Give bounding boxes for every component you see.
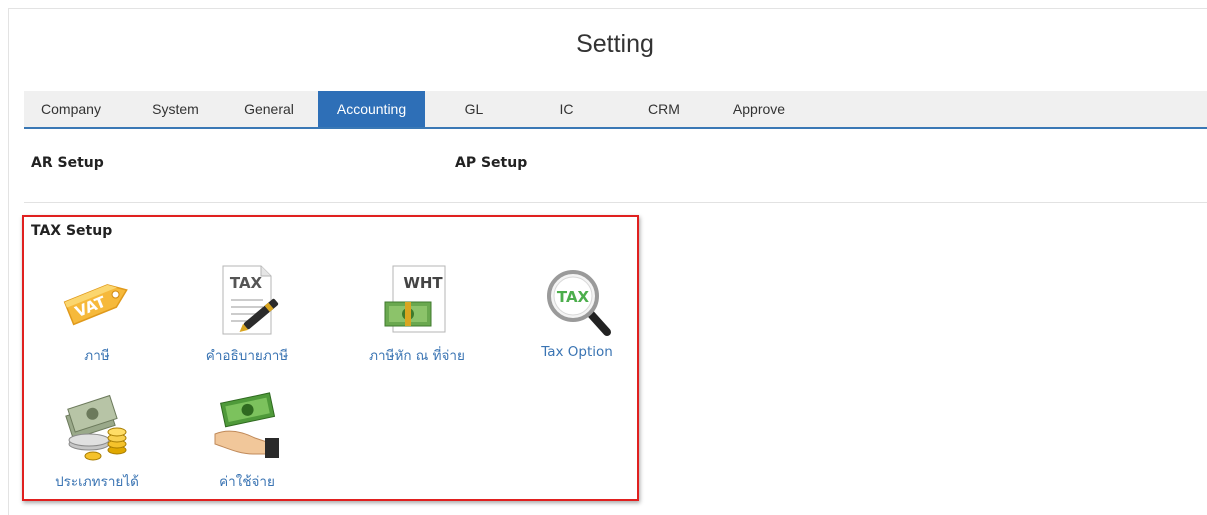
tax-tile-label: คำอธิบายภาษี: [205, 348, 289, 364]
tab-system[interactable]: System: [138, 91, 213, 127]
tab-accounting[interactable]: Accounting: [318, 91, 425, 127]
tax-tile-vat[interactable]: VAT ภาษี: [37, 262, 157, 366]
ar-setup-heading[interactable]: AR Setup: [31, 155, 104, 171]
tax-tile-label: ภาษี: [84, 348, 110, 364]
tax-tile-withholding-tax[interactable]: WHT ภาษีหัก ณ ที่จ่าย: [357, 262, 477, 366]
svg-text:TAX: TAX: [557, 288, 590, 306]
cash-coins-icon: [65, 394, 127, 461]
tax-magnifier-icon: TAX: [547, 270, 611, 336]
tax-tile-label: ค่าใช้จ่าย: [219, 474, 275, 490]
vat-tag-icon: VAT: [63, 284, 128, 326]
tab-crm[interactable]: CRM: [634, 91, 694, 127]
ap-setup-heading[interactable]: AP Setup: [455, 155, 527, 171]
tax-tile-income-type[interactable]: ประเภทรายได้: [37, 388, 157, 492]
settings-tab-bar: Company System General Accounting GL IC …: [24, 91, 1207, 129]
tab-gl[interactable]: GL: [449, 91, 499, 127]
tax-tile-expense[interactable]: ค่าใช้จ่าย: [187, 388, 307, 492]
tax-tile-tax-option[interactable]: TAX Tax Option: [517, 262, 637, 360]
tax-setup-heading: TAX Setup: [31, 223, 113, 239]
hand-money-icon: [214, 392, 279, 458]
tab-approve[interactable]: Approve: [724, 91, 794, 127]
svg-text:TAX: TAX: [230, 274, 263, 292]
tax-tile-label: ภาษีหัก ณ ที่จ่าย: [369, 348, 465, 364]
tab-general[interactable]: General: [229, 91, 309, 127]
tax-tile-label: Tax Option: [541, 344, 613, 360]
wht-money-document-icon: WHT: [384, 265, 446, 333]
tax-tile-tax-description[interactable]: TAX คำอธิบายภาษี: [187, 262, 307, 366]
tax-tile-label: ประเภทรายได้: [55, 474, 139, 490]
tax-document-pen-icon: TAX: [222, 265, 279, 335]
page-title: Setting: [576, 30, 654, 58]
section-divider: [24, 202, 1207, 203]
svg-text:WHT: WHT: [403, 274, 443, 292]
tab-ic[interactable]: IC: [544, 91, 589, 127]
tab-company[interactable]: Company: [24, 91, 118, 127]
